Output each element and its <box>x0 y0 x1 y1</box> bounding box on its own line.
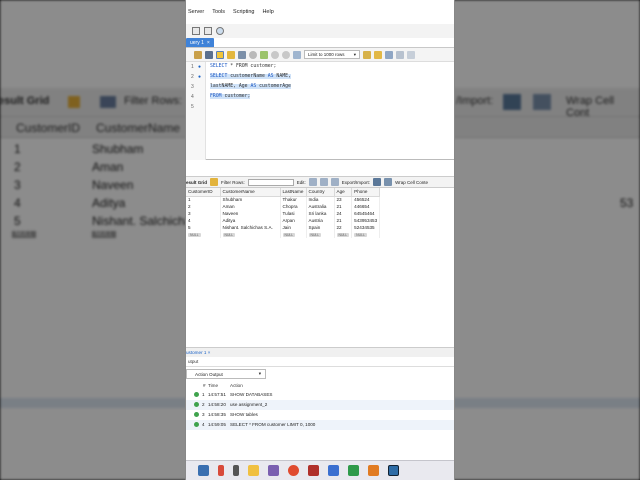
action-output-list: # Time Action 1 14:57:51 SHOW DATABASES … <box>186 381 454 430</box>
store-icon[interactable] <box>268 465 279 476</box>
menu-tools[interactable]: Tools <box>212 9 225 15</box>
rollback-icon[interactable] <box>282 50 290 59</box>
insert-row-icon[interactable] <box>319 178 328 186</box>
output-header: # Time Action <box>203 383 243 388</box>
import-icon[interactable] <box>384 178 393 186</box>
commit-icon[interactable] <box>271 50 279 59</box>
open-file-icon[interactable] <box>194 50 202 59</box>
beautify-icon[interactable] <box>374 50 382 59</box>
table-row[interactable]: 1 Shubham Thakur India 23 456524 <box>186 196 381 203</box>
tab-query-1[interactable]: uery 1 × <box>186 38 214 47</box>
code-line-1: SELECT * FROM customer; <box>210 64 277 69</box>
power-icon[interactable] <box>218 465 224 476</box>
limit-rows-select[interactable]: Limit to 1000 rows ▾ <box>304 50 360 59</box>
taskbar <box>186 460 454 480</box>
find-icon[interactable] <box>385 50 393 59</box>
main-toolbar <box>186 24 454 38</box>
table-row[interactable]: 4 Aditya Arpan Austria 21 543953453 <box>186 217 381 224</box>
search-icon[interactable] <box>204 27 212 35</box>
word-icon[interactable] <box>328 465 339 476</box>
table-row[interactable]: 2 Aman Chopra Australia 21 446654 <box>186 203 381 210</box>
close-icon[interactable]: × <box>207 40 210 46</box>
execute-line-icon[interactable] <box>227 50 235 59</box>
filter-rows-input[interactable] <box>247 178 294 186</box>
list-item[interactable]: 4 14:59:05 SELECT * FROM customer LIMIT … <box>186 420 454 430</box>
col-customerid[interactable]: CustomerID <box>186 188 221 197</box>
chrome-icon[interactable] <box>288 465 299 476</box>
wrap-icon[interactable] <box>407 50 415 59</box>
reconnect-icon[interactable] <box>216 27 224 35</box>
list-item[interactable]: 1 14:57:51 SHOW DATABASES <box>186 390 454 400</box>
list-item[interactable]: 2 14:58:20 use assignment_2 <box>186 400 454 410</box>
app-red-icon[interactable] <box>308 465 319 476</box>
col-country[interactable]: Country <box>306 188 335 197</box>
menu-bar: Server Tools Scripting Help <box>186 0 454 24</box>
workbench-window: Server Tools Scripting Help uery 1 × Lim… <box>185 0 455 480</box>
autocommit-icon[interactable] <box>293 50 301 59</box>
grid-header-row: CustomerID CustomerName LastName Country… <box>186 188 381 197</box>
edit-row-icon[interactable] <box>308 178 317 186</box>
list-item[interactable]: 3 14:58:35 SHOW tables <box>186 410 454 420</box>
success-icon <box>194 392 199 397</box>
toggle-icon[interactable] <box>260 50 268 59</box>
code-line-4: FROM customer; <box>210 94 251 99</box>
code-line-3: lastNAME, Age AS customerAge <box>210 84 291 89</box>
success-icon <box>194 412 199 417</box>
sql-editor-toolbar: Limit to 1000 rows ▾ <box>186 48 454 62</box>
chevron-down-icon: ▾ <box>353 51 356 57</box>
result-grid: CustomerID CustomerName LastName Country… <box>186 188 454 238</box>
tab-customer-1[interactable]: ustomer 1 × <box>186 350 210 355</box>
stop-icon[interactable] <box>249 50 257 59</box>
save-icon[interactable] <box>205 50 213 59</box>
col-customername[interactable]: CustomerName <box>220 188 281 197</box>
file-explorer-icon[interactable] <box>248 465 259 476</box>
success-icon <box>194 402 199 407</box>
col-phone[interactable]: Phone <box>351 188 381 197</box>
menu-server[interactable]: Server <box>188 9 204 15</box>
grid-icon[interactable] <box>210 178 219 186</box>
delete-row-icon[interactable] <box>330 178 339 186</box>
table-row[interactable]: 3 Naveen Tulasi Sri lanka 24 64545464 <box>186 210 381 217</box>
output-panel-label: utput <box>186 359 454 367</box>
line-gutter: 1 ● 2 ● 3 4 5 <box>186 62 206 160</box>
success-icon <box>194 422 199 427</box>
menu-help[interactable]: Help <box>262 9 273 15</box>
task-view-icon[interactable] <box>233 465 239 476</box>
code-line-2: SELECT customerName AS NAME, <box>210 74 291 79</box>
sql-file-tabs: uery 1 × <box>186 38 454 48</box>
explain-icon[interactable] <box>238 50 246 59</box>
android-studio-icon[interactable] <box>348 465 359 476</box>
col-age[interactable]: Age <box>334 188 353 197</box>
output-type-select[interactable]: Action Output ▾ <box>186 369 266 379</box>
menu-scripting[interactable]: Scripting <box>233 9 254 15</box>
bookmark-icon[interactable] <box>363 50 371 59</box>
execute-icon[interactable] <box>216 50 224 59</box>
col-lastname[interactable]: LastName <box>280 188 307 197</box>
statement-dot-icon: ● <box>198 64 202 70</box>
invisible-chars-icon[interactable] <box>396 50 404 59</box>
null-row[interactable]: NULL NULL NULL NULL NULL NULL <box>186 231 381 238</box>
export-icon[interactable] <box>373 178 382 186</box>
statement-dot-icon: ● <box>198 74 202 80</box>
result-tabs: ustomer 1 × <box>186 347 454 357</box>
sql-editor[interactable]: 1 ● 2 ● 3 4 5 SELECT * FROM customer; SE… <box>186 62 454 160</box>
table-row[interactable]: 5 Nishant. Salchichas S.A. Jain Spain 22 5243… <box>186 224 381 231</box>
sublime-icon[interactable] <box>368 465 379 476</box>
workbench-app-icon[interactable] <box>198 465 209 476</box>
result-grid-toolbar: esult Grid Filter Rows: Edit: Export/Imp… <box>186 176 454 188</box>
manage-icon[interactable] <box>192 27 200 35</box>
mysql-workbench-icon[interactable] <box>388 465 399 476</box>
chevron-down-icon: ▾ <box>258 371 261 376</box>
